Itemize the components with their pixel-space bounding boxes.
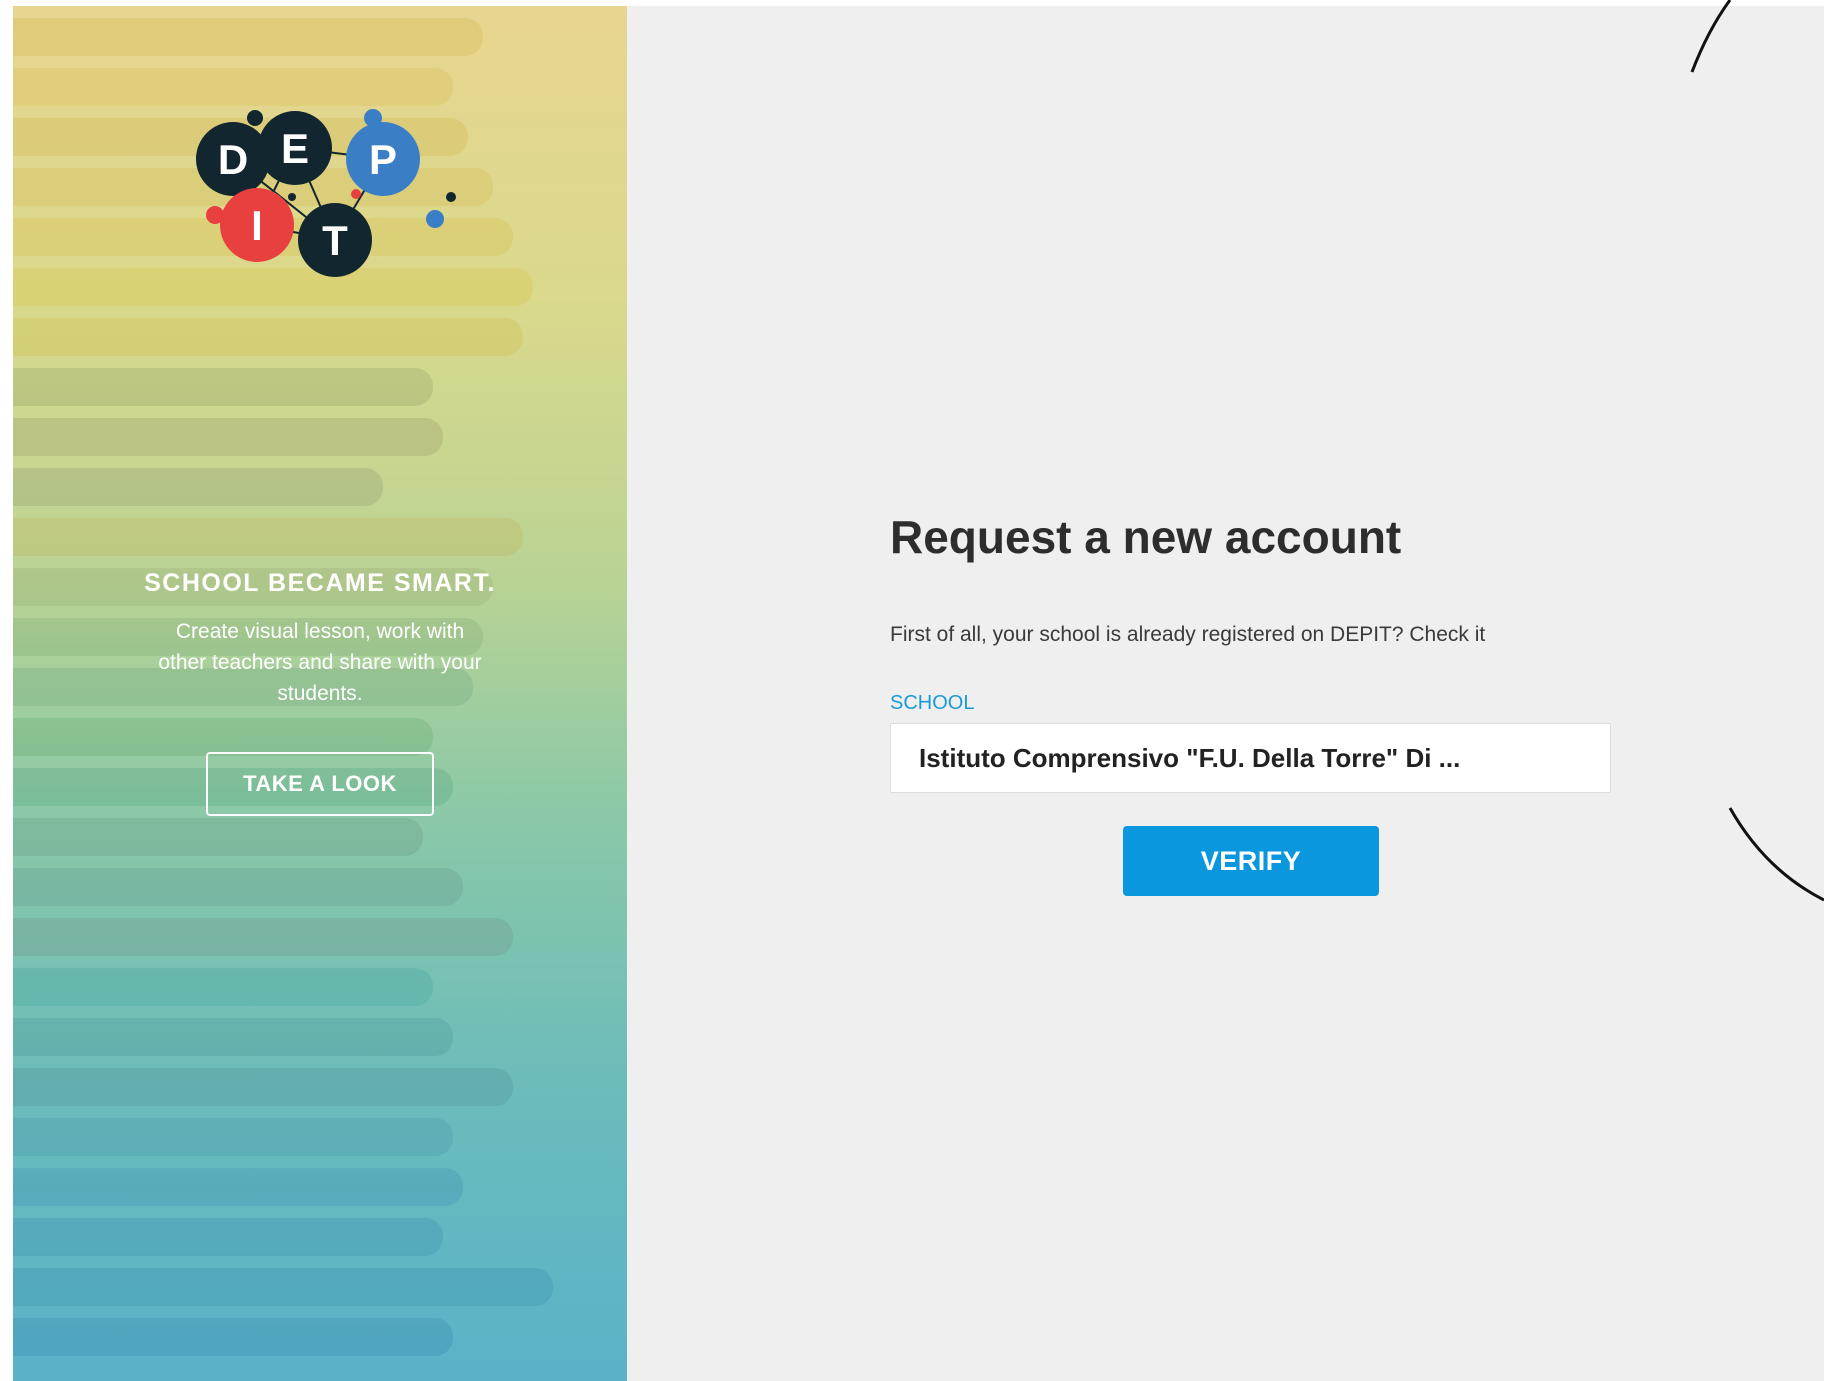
logo-letter-e: E bbox=[281, 125, 309, 172]
logo-letter-t: T bbox=[322, 217, 348, 264]
school-label: SCHOOL bbox=[890, 692, 975, 714]
page-frame: D E P I T SCHOOL BECAME SMART. Create vi… bbox=[13, 6, 1824, 1381]
form-intro: First of all, your school is already reg… bbox=[890, 623, 1486, 646]
logo-letter-i: I bbox=[251, 202, 263, 249]
hero-tagline: SCHOOL BECAME SMART. bbox=[144, 569, 496, 597]
logo-letter-p: P bbox=[369, 136, 397, 183]
depit-logo-graphic: D E P I T bbox=[196, 109, 456, 277]
take-a-look-button[interactable]: TAKE A LOOK bbox=[206, 752, 434, 816]
verify-button[interactable]: VERIFY bbox=[1123, 826, 1379, 896]
hero-panel: D E P I T SCHOOL BECAME SMART. Create vi… bbox=[13, 6, 627, 1381]
depit-logo: D E P I T bbox=[193, 101, 473, 281]
hero-subtext: Create visual lesson, work with other te… bbox=[158, 620, 482, 705]
logo-letter-d: D bbox=[218, 136, 248, 183]
page-title: Request a new account bbox=[890, 511, 1402, 563]
school-input[interactable]: Istituto Comprensivo "F.U. Della Torre" … bbox=[890, 723, 1611, 793]
